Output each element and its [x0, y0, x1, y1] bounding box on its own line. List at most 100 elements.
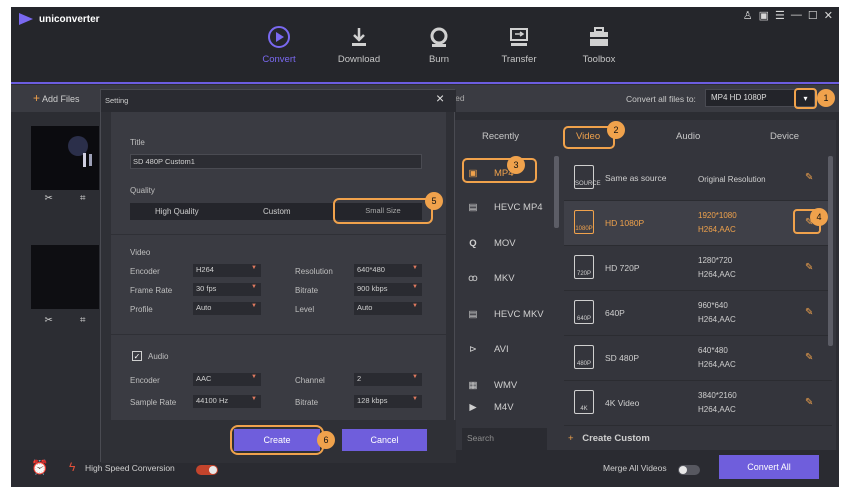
download-icon — [352, 28, 366, 46]
create-custom-button[interactable]: + Create Custom — [568, 433, 650, 444]
tab-audio[interactable]: Audio — [676, 131, 700, 142]
tab-device[interactable]: Device — [770, 131, 799, 142]
format-item-hevc-mp4[interactable]: ▤ HEVC MP4 — [454, 190, 549, 224]
nav-transfer[interactable]: Transfer — [479, 25, 559, 65]
preset-codec: H264,AAC — [698, 315, 736, 324]
preset-list-scrollbar[interactable] — [828, 156, 833, 346]
format-item-avi[interactable]: ⊳ AVI — [454, 332, 549, 366]
edit-icon[interactable]: ✎ — [805, 307, 813, 318]
video-thumbnail[interactable] — [31, 126, 99, 190]
quality-high[interactable]: High Quality — [155, 207, 199, 216]
tab-recently[interactable]: Recently — [482, 131, 519, 142]
level-value: Auto — [357, 303, 373, 312]
format-label: M4V — [494, 401, 514, 413]
format-item-mkv[interactable]: ꝏ MKV — [454, 261, 549, 295]
mkv-icon: ꝏ — [468, 272, 478, 284]
format-item-m4v[interactable]: ▶ M4V — [454, 400, 549, 414]
preset-row[interactable]: 4K 4K Video 3840*2160 H264,AAC ✎ — [564, 381, 832, 426]
level-select[interactable]: Auto ▼ — [354, 302, 422, 315]
maximize-button[interactable]: ☐ — [808, 9, 818, 22]
format-item-wmv[interactable]: ▦ WMV — [454, 368, 549, 402]
file-icon: 480P — [574, 345, 594, 369]
profile-select[interactable]: Auto ▼ — [193, 302, 261, 315]
title-input[interactable]: SD 480P Custom1 — [130, 154, 422, 169]
samplerate-select[interactable]: 44100 Hz ▼ — [193, 395, 261, 408]
nav-burn[interactable]: Burn — [399, 25, 479, 65]
close-button[interactable]: ✕ — [824, 9, 833, 22]
minimize-button[interactable]: — — [791, 9, 802, 22]
trim-icon[interactable]: ✂ — [44, 315, 52, 326]
format-item-mov[interactable]: Q MOV — [454, 226, 549, 260]
audio-encoder-select[interactable]: AAC ▼ — [193, 373, 261, 386]
caret-down-icon: ▼ — [251, 396, 257, 402]
cancel-button[interactable]: Cancel — [342, 429, 427, 451]
edit-icon[interactable]: ✎ — [805, 397, 813, 408]
high-speed-toggle[interactable] — [196, 465, 218, 475]
video-bitrate-select[interactable]: 900 kbps ▼ — [354, 283, 422, 296]
audio-checkbox[interactable]: ✓ — [132, 351, 142, 361]
video-encoder-select[interactable]: H264 ▼ — [193, 264, 261, 277]
toolbox-icon — [590, 27, 608, 46]
nav-download[interactable]: Download — [319, 25, 399, 65]
preset-row[interactable]: 480P SD 480P 640*480 H264,AAC ✎ — [564, 336, 832, 381]
close-icon[interactable]: × — [436, 90, 444, 106]
caret-down-icon: ▼ — [412, 265, 418, 271]
format-label: HEVC MP4 — [494, 201, 543, 213]
avi-icon: ⊳ — [469, 343, 477, 355]
level-label: Level — [295, 305, 315, 314]
lightning-icon: ϟ — [69, 460, 76, 474]
panel-footer: Search + Create Custom — [454, 428, 836, 450]
samplerate-value: 44100 Hz — [196, 396, 229, 405]
menu-icon[interactable]: ☰ — [775, 9, 785, 22]
hevc-icon: ▤ — [468, 201, 478, 213]
format-dropdown-button[interactable]: ▾ — [794, 88, 817, 109]
preset-row[interactable]: 640P 640P 960*640 H264,AAC ✎ — [564, 291, 832, 336]
add-files-label: Add Files — [42, 94, 80, 104]
preset-resolution: 1920*1080 — [698, 211, 737, 220]
nav-toolbox-label: Toolbox — [582, 54, 616, 65]
check-icon: ✓ — [133, 352, 141, 361]
audio-bitrate-select[interactable]: 128 kbps ▼ — [354, 395, 422, 408]
convert-all-button[interactable]: Convert All — [719, 455, 819, 479]
preset-row[interactable]: SOURCE Same as source Original Resolutio… — [564, 156, 832, 201]
merge-toggle[interactable] — [678, 465, 700, 475]
app-header: uniconverter ♙ ▣ ☰ — ☐ ✕ Convert Downloa… — [11, 7, 839, 83]
step-badge: 4 — [810, 208, 828, 226]
nav-convert[interactable]: Convert — [239, 25, 319, 65]
caret-down-icon: ▼ — [251, 374, 257, 380]
crop-icon[interactable]: ⌗ — [80, 193, 86, 204]
quality-small[interactable]: Small Size — [333, 198, 433, 224]
video-bitrate-value: 900 kbps — [357, 284, 388, 293]
nav-toolbox[interactable]: Toolbox — [559, 25, 639, 65]
schedule-icon[interactable]: ⏰ — [31, 459, 48, 476]
quality-custom[interactable]: Custom — [263, 207, 291, 216]
caret-down-icon: ▼ — [251, 303, 257, 309]
video-thumbnail[interactable] — [31, 245, 99, 309]
edit-icon[interactable]: ✎ — [805, 262, 813, 273]
framerate-select[interactable]: 30 fps ▼ — [193, 283, 261, 296]
mp4-highlight — [462, 158, 537, 183]
trim-icon[interactable]: ✂ — [44, 193, 52, 204]
transfer-icon — [510, 28, 528, 46]
account-icon[interactable]: ♙ — [743, 9, 753, 22]
create-button[interactable]: Create — [234, 429, 320, 451]
step-badge: 3 — [507, 156, 525, 174]
search-input[interactable]: Search — [462, 428, 547, 450]
framerate-label: Frame Rate — [130, 286, 173, 295]
feedback-icon[interactable]: ▣ — [759, 9, 769, 22]
preset-row[interactable]: 720P HD 720P 1280*720 H264,AAC ✎ — [564, 246, 832, 291]
high-speed-label: High Speed Conversion — [85, 463, 175, 473]
edit-icon[interactable]: ✎ — [805, 172, 813, 183]
preset-row[interactable]: 1080P HD 1080P 1920*1080 H264,AAC ✎ — [564, 201, 832, 246]
channel-select[interactable]: 2 ▼ — [354, 373, 422, 386]
create-custom-label: Create Custom — [582, 433, 650, 444]
add-files-button[interactable]: + Add Files — [33, 91, 80, 105]
format-label: WMV — [494, 379, 518, 391]
resolution-select[interactable]: 640*480 ▼ — [354, 264, 422, 277]
format-label: MOV — [494, 237, 516, 249]
edit-icon[interactable]: ✎ — [805, 352, 813, 363]
crop-icon[interactable]: ⌗ — [80, 315, 86, 326]
format-list-scrollbar[interactable] — [554, 156, 559, 228]
step-badge: 1 — [817, 89, 835, 107]
format-item-hevc-mkv[interactable]: ▤ HEVC MKV — [454, 297, 549, 331]
